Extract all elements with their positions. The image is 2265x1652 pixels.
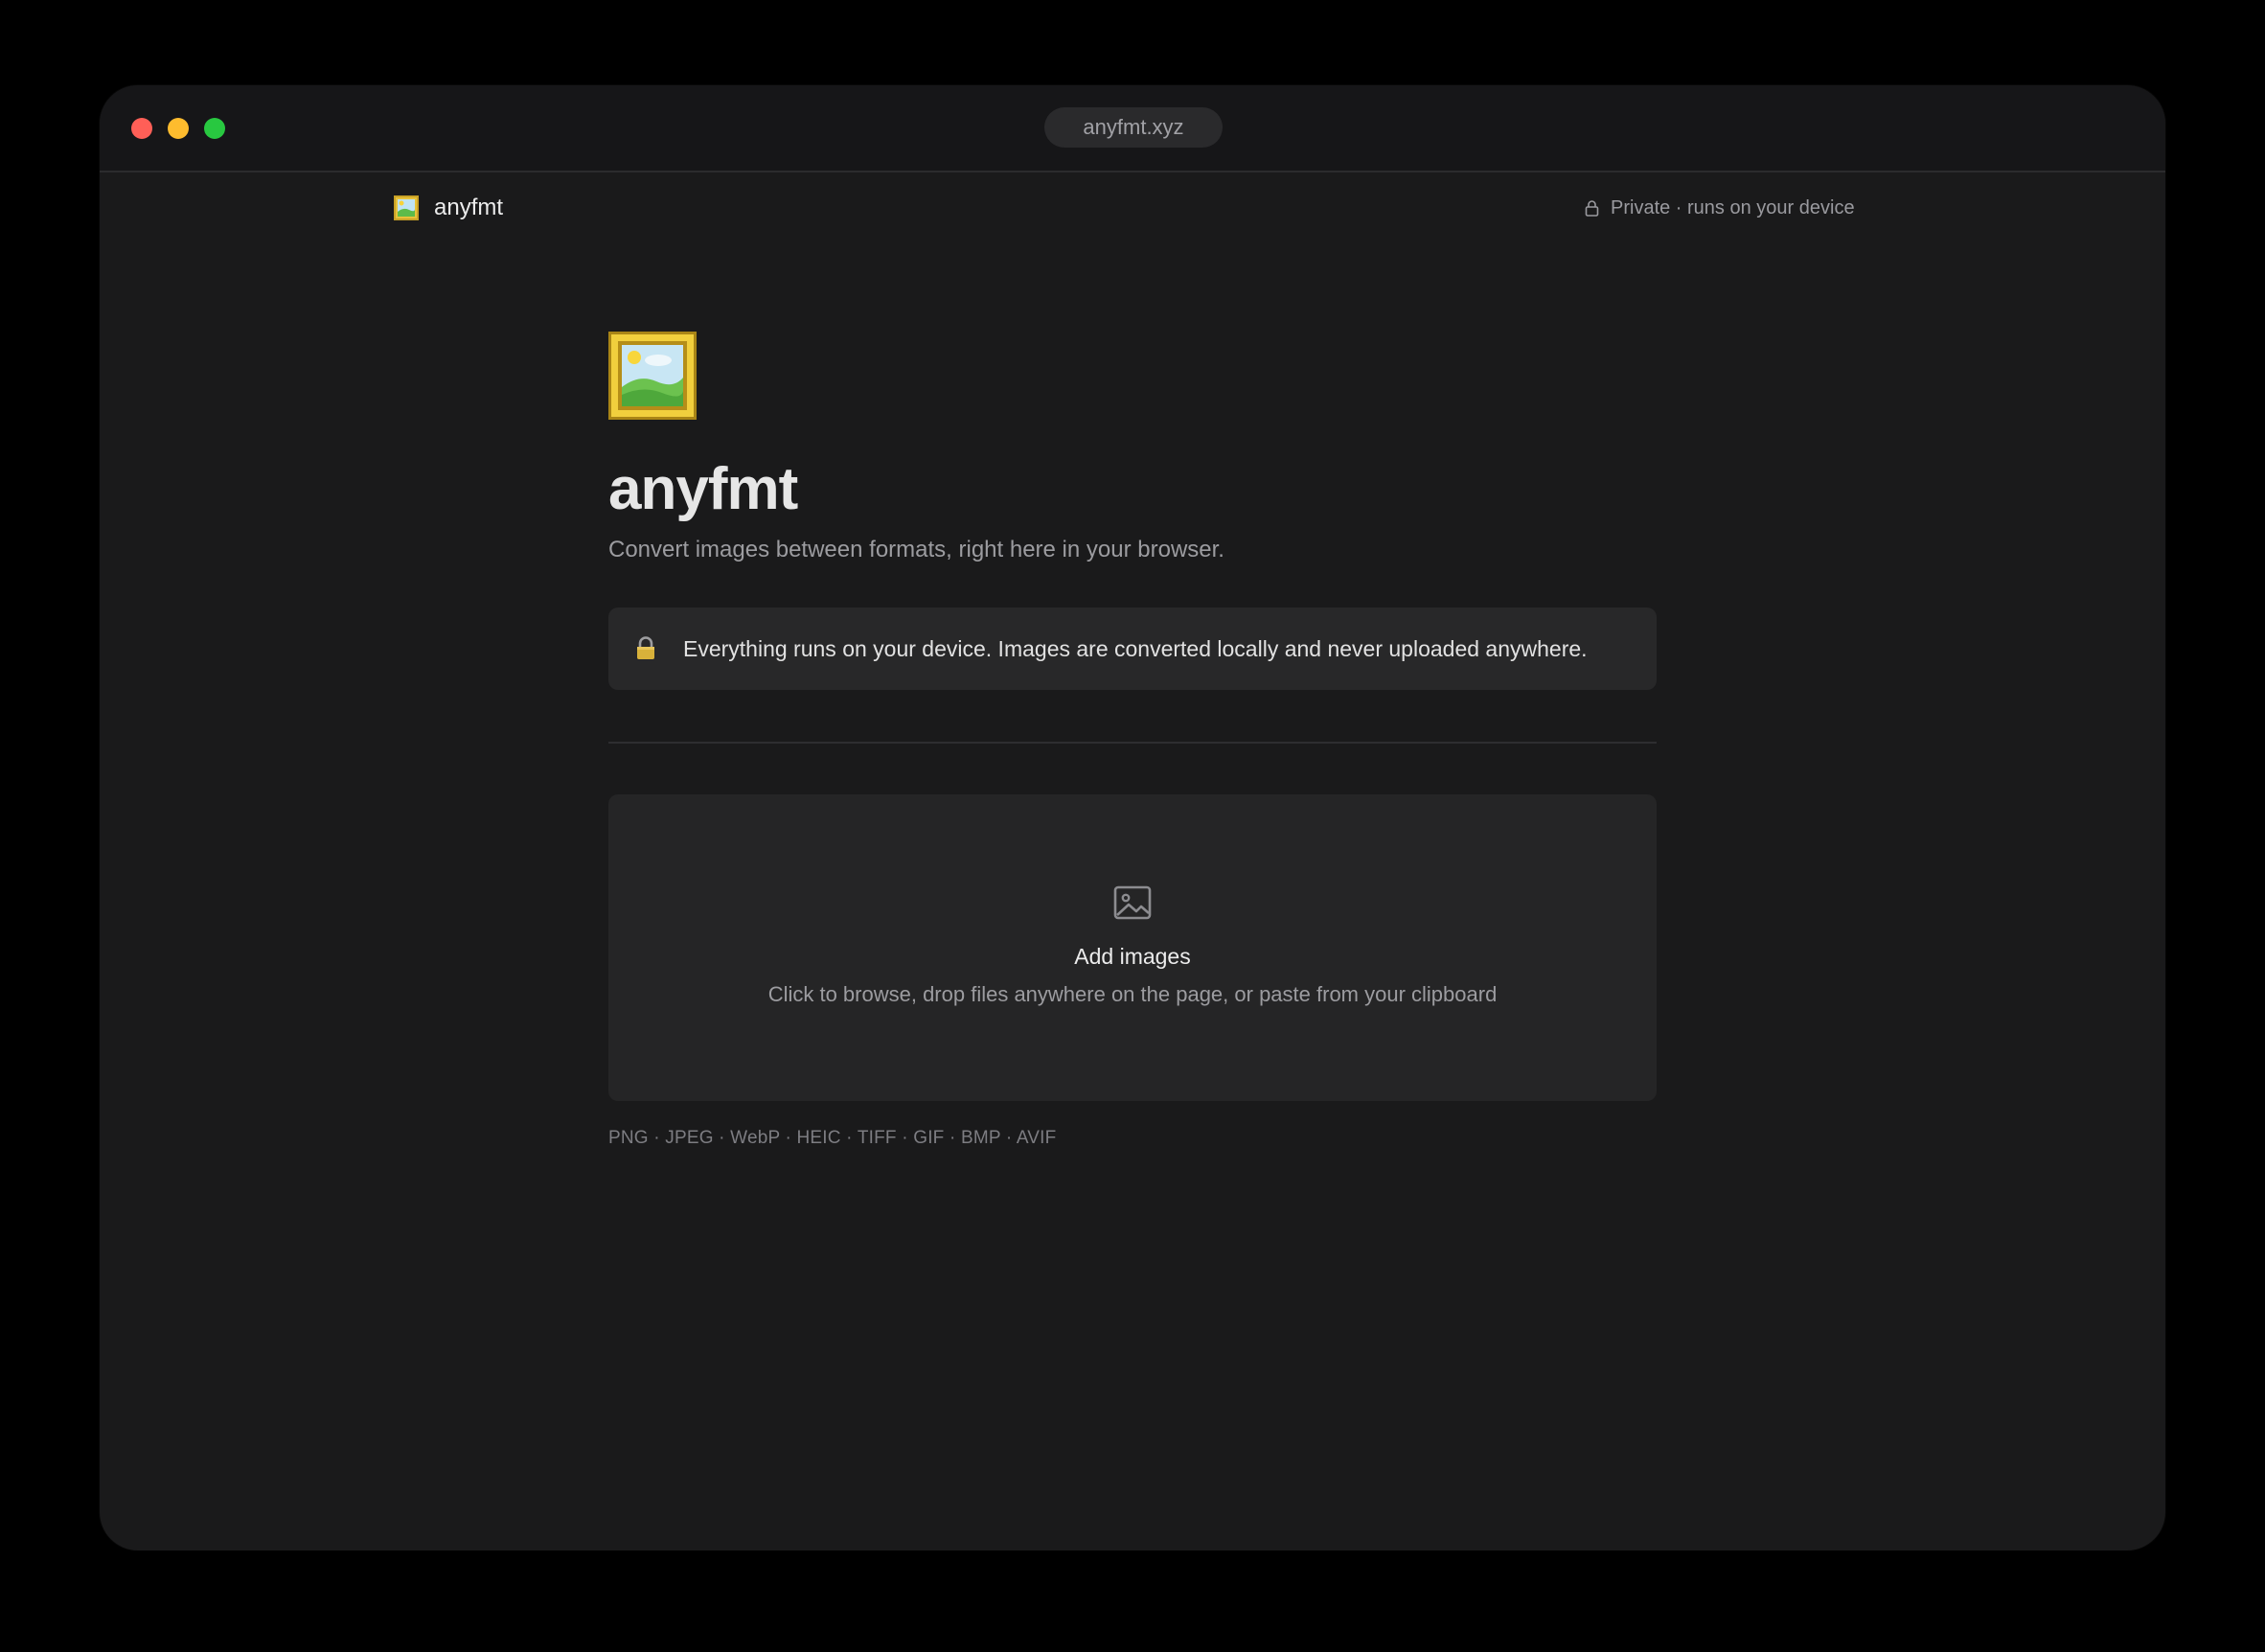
dropzone-subtitle: Click to browse, drop files anywhere on … [767, 982, 1498, 1006]
section-divider [608, 742, 1657, 744]
dropzone-title: Add images [1074, 944, 1191, 969]
privacy-indicator: Private · runs on your device [1585, 185, 1855, 231]
privacy-notice-text: Everything runs on your device. Images a… [683, 635, 1588, 661]
title-bar: anyfmt.xyz [100, 85, 2165, 172]
address-bar[interactable]: anyfmt.xyz [1044, 107, 1223, 148]
add-images-dropzone[interactable]: Add images Click to browse, drop files a… [608, 794, 1657, 1101]
close-window-button[interactable] [131, 118, 152, 139]
browser-window: anyfmt.xyz anyfmt Private · runs on your… [100, 85, 2165, 1550]
brand-link[interactable]: anyfmt [394, 185, 503, 231]
framed-picture-icon [608, 332, 697, 420]
framed-picture-icon [394, 195, 419, 220]
page-title: anyfmt [608, 456, 798, 522]
lock-icon [1585, 199, 1599, 217]
main-content: anyfmt Convert images between formats, r… [608, 332, 1657, 1149]
lock-icon [637, 636, 654, 659]
top-nav: anyfmt Private · runs on your device [100, 172, 2165, 243]
page-subtitle: Convert images between formats, right he… [608, 537, 1224, 562]
image-icon [1113, 885, 1152, 920]
supported-formats: PNG · JPEG · WebP · HEIC · TIFF · GIF · … [608, 1128, 1057, 1148]
minimize-window-button[interactable] [168, 118, 189, 139]
privacy-notice: Everything runs on your device. Images a… [608, 608, 1657, 690]
brand-name: anyfmt [434, 195, 504, 220]
zoom-window-button[interactable] [204, 118, 225, 139]
privacy-text: Private · runs on your device [1611, 196, 1855, 218]
